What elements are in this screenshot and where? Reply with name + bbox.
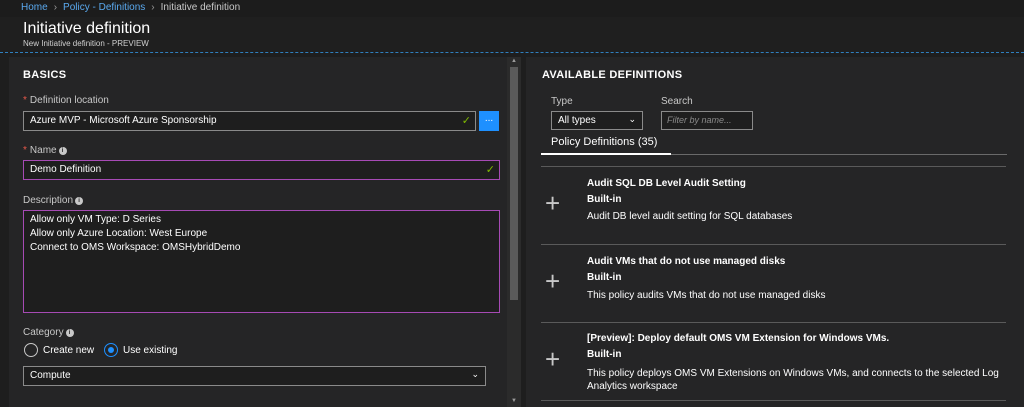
description-label: Description i [23,195,84,206]
policy-description: Audit DB level audit setting for SQL dat… [587,211,793,222]
description-line: Allow only Azure Location: West Europe [30,228,208,239]
category-value: Compute [30,370,71,381]
tab-active-indicator [541,153,671,155]
definition-location-value: Azure MVP - Microsoft Azure Sponsorship [30,115,217,126]
scroll-up-arrow[interactable]: ▲ [510,58,518,64]
checkmark-icon: ✓ [461,115,471,127]
name-label-text: Name [29,145,57,156]
vertical-scrollbar[interactable]: ▲ ▼ [507,57,521,407]
basics-title: BASICS [23,69,67,81]
page-subtitle: New Initiative definition - PREVIEW [23,39,149,48]
category-select[interactable]: Compute ⌄ [23,366,486,386]
list-divider [541,244,1006,245]
scroll-thumb[interactable] [510,67,518,300]
list-divider [541,166,1006,167]
plus-icon[interactable]: + [545,344,560,375]
policy-type: Built-in [587,272,622,283]
chevron-down-icon: ⌄ [471,369,479,379]
policy-type: Built-in [587,194,622,205]
radio-circle[interactable] [24,343,38,357]
breadcrumb-policy-link[interactable]: Policy - Definitions [63,2,145,13]
required-marker: * [23,95,27,106]
type-value: All types [558,115,596,126]
info-icon[interactable]: i [65,329,74,337]
policy-name[interactable]: [Preview]: Deploy default OMS VM Extensi… [587,333,889,344]
checkmark-icon: ✓ [485,164,495,176]
category-label: Category i [23,327,74,338]
info-icon[interactable]: i [58,147,67,155]
breadcrumb-home-link[interactable]: Home [21,2,48,13]
radio-use-existing[interactable]: Use existing [104,343,177,357]
radio-use-existing-label: Use existing [123,344,178,356]
description-label-text: Description [23,195,74,206]
policy-description: This policy audits VMs that do not use m… [587,290,826,301]
name-value: Demo Definition [30,164,102,175]
tab-policy-definitions[interactable]: Policy Definitions (35) [551,136,657,148]
policy-description: This policy deploys OMS VM Extensions on… [587,368,999,392]
available-definitions-title: AVAILABLE DEFINITIONS [542,69,683,81]
list-divider [541,400,1006,401]
description-textarea[interactable]: Allow only VM Type: D Series Allow only … [23,210,500,313]
blade-header: Initiative definition New Initiative def… [0,17,1024,53]
breadcrumb-current: Initiative definition [160,2,241,13]
search-input[interactable]: Filter by name... [661,111,753,130]
name-label: * Name i [23,145,67,156]
definition-location-label: * Definition location [23,95,109,106]
name-field[interactable]: Demo Definition ✓ [23,160,500,180]
required-marker: * [23,145,27,156]
breadcrumb-separator: › [151,2,155,13]
type-select[interactable]: All types ⌄ [551,111,643,130]
chevron-down-icon: ⌄ [628,114,636,124]
plus-icon[interactable]: + [545,266,560,297]
search-label: Search [661,96,693,107]
info-icon[interactable]: i [75,197,84,205]
scroll-down-arrow[interactable]: ▼ [510,398,518,404]
browse-location-button[interactable]: ... [479,111,499,131]
list-divider [541,322,1006,323]
description-line: Allow only VM Type: D Series [30,214,161,225]
breadcrumb: Home › Policy - Definitions › Initiative def… [0,0,1024,17]
policy-name[interactable]: Audit SQL DB Level Audit Setting [587,178,746,189]
definition-location-field[interactable]: Azure MVP - Microsoft Azure Sponsorship … [23,111,476,131]
description-line: Connect to OMS Workspace: OMSHybridDemo [30,242,241,253]
type-label: Type [551,96,573,107]
policy-name[interactable]: Audit VMs that do not use managed disks [587,256,785,267]
category-label-text: Category [23,327,64,338]
breadcrumb-separator: › [53,2,58,13]
plus-icon[interactable]: + [545,188,560,219]
definition-location-label-text: Definition location [29,95,109,106]
radio-circle-selected[interactable] [104,343,118,357]
radio-create-new[interactable]: Create new [24,343,94,357]
page-title: Initiative definition [23,20,151,37]
policy-type: Built-in [587,349,622,360]
radio-create-new-label: Create new [43,344,95,356]
